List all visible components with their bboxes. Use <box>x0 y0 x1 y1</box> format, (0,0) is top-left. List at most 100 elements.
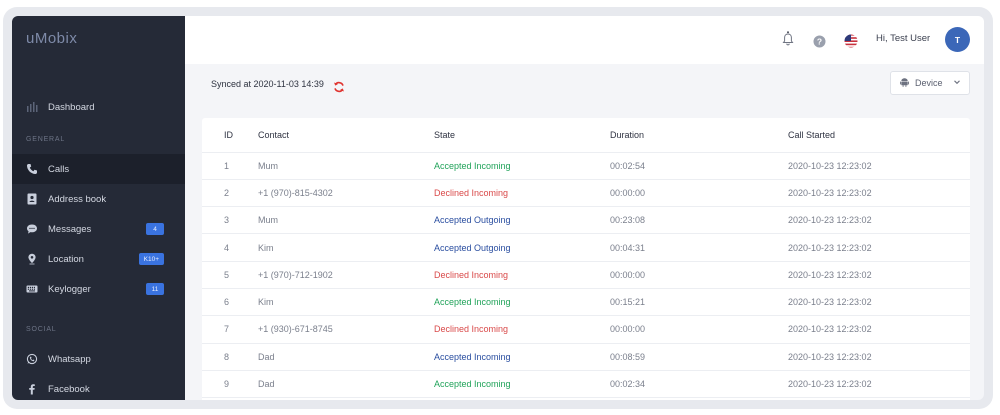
cell-id: 3 <box>202 206 258 235</box>
cell-duration: 00:15:21 <box>610 288 788 317</box>
app-frame: uMobix Dashboard GENERAL Calls Address b… <box>3 7 993 409</box>
cell-call-started: 2020-10-23 12:23:02 <box>788 343 970 371</box>
cell-call-started: 2020-10-23 12:23:02 <box>788 288 970 317</box>
cell-duration: 00:23:08 <box>610 206 788 235</box>
table-row[interactable]: 4 Kim Accepted Outgoing 00:04:31 2020-10… <box>202 233 970 262</box>
cell-state: Declined Incoming <box>434 261 610 289</box>
table-header-row: ID Contact State Duration Call Started <box>202 118 970 153</box>
cell-state: Accepted Incoming <box>434 343 610 371</box>
sidebar-item-dashboard[interactable]: Dashboard <box>12 92 185 122</box>
sync-bar: Synced at 2020-11-03 14:39 <box>185 64 984 104</box>
sidebar-item-address-book[interactable]: Address book <box>12 184 185 214</box>
cell-call-started: 2020-10-23 12:23:02 <box>788 315 970 344</box>
sidebar-item-calls[interactable]: Calls <box>12 154 185 184</box>
cell-call-started: 2020-10-23 12:23:02 <box>788 370 970 399</box>
chat-bubble-icon <box>26 223 38 235</box>
column-header-state[interactable]: State <box>434 118 610 153</box>
cell-state: Accepted Outgoing <box>434 206 610 235</box>
cell-contact: +1 (970)-712-1902 <box>258 261 434 289</box>
cell-duration: 00:02:34 <box>610 370 788 399</box>
address-book-icon <box>26 193 38 205</box>
cell-contact: Dad <box>258 370 434 399</box>
cell-call-started: 2020-10-23 12:23:02 <box>788 152 970 180</box>
table-row[interactable]: 5 +1 (970)-712-1902 Declined Incoming 00… <box>202 261 970 289</box>
bell-icon[interactable] <box>781 31 795 46</box>
location-pin-icon <box>26 253 38 265</box>
cell-duration: 00:02:54 <box>610 152 788 180</box>
location-count-badge: K10+ <box>138 253 164 265</box>
cell-id: 4 <box>202 233 258 262</box>
column-header-duration[interactable]: Duration <box>610 118 788 153</box>
cell-contact: Mum <box>258 206 434 235</box>
whatsapp-icon <box>26 353 38 365</box>
sidebar-item-label: Facebook <box>48 383 90 395</box>
cell-contact: Dad <box>258 343 434 371</box>
cell-id: 1 <box>202 152 258 180</box>
cell-id: 8 <box>202 343 258 371</box>
calls-table: ID Contact State Duration Call Started 1… <box>202 118 970 399</box>
cell-duration: 00:00:00 <box>610 179 788 208</box>
cell-state: Declined Incoming <box>434 315 610 344</box>
svg-text:?: ? <box>816 36 821 46</box>
sidebar-item-label: Location <box>48 253 84 265</box>
sync-status-text: Synced at 2020-11-03 14:39 <box>211 79 324 89</box>
cell-state: Accepted Incoming <box>434 152 610 180</box>
section-label-general: GENERAL <box>26 136 66 143</box>
device-dropdown[interactable]: Device <box>890 71 970 95</box>
cell-id: 5 <box>202 261 258 289</box>
table-row[interactable]: 3 Mum Accepted Outgoing 00:23:08 2020-10… <box>202 206 970 235</box>
sidebar-item-location[interactable]: Location K10+ <box>12 244 185 274</box>
cell-contact: Mum <box>258 152 434 180</box>
user-greeting[interactable]: Hi, Test User <box>876 33 930 44</box>
cell-duration: 00:04:31 <box>610 233 788 262</box>
us-flag-icon[interactable] <box>844 34 858 48</box>
sidebar-item-label: Messages <box>48 223 92 235</box>
cell-duration: 00:08:59 <box>610 343 788 371</box>
facebook-icon <box>26 383 38 395</box>
sidebar-item-whatsapp[interactable]: Whatsapp <box>12 344 185 374</box>
cell-id: 9 <box>202 370 258 399</box>
cell-call-started: 2020-10-23 12:23:02 <box>788 179 970 208</box>
section-label-social: SOCIAL <box>26 326 57 333</box>
help-icon[interactable]: ? <box>812 34 826 48</box>
cell-contact: +1 (930)-671-8745 <box>258 315 434 344</box>
sidebar-item-facebook[interactable]: Facebook <box>12 374 185 400</box>
cell-contact: Kim <box>258 288 434 317</box>
phone-icon <box>26 163 38 175</box>
column-header-contact[interactable]: Contact <box>258 118 434 153</box>
app-window: uMobix Dashboard GENERAL Calls Address b… <box>12 16 984 400</box>
cell-state: Accepted Incoming <box>434 288 610 317</box>
main-content: ? Hi, Test User T Synced at 2020-11-03 1… <box>185 16 984 400</box>
cell-state: Declined Incoming <box>434 179 610 208</box>
table-row[interactable]: 7 +1 (930)-671-8745 Declined Incoming 00… <box>202 315 970 344</box>
table-row[interactable]: 9 Dad Accepted Incoming 00:02:34 2020-10… <box>202 370 970 399</box>
sidebar-item-messages[interactable]: Messages 4 <box>12 214 185 244</box>
avatar[interactable]: T <box>945 27 970 52</box>
table-row[interactable]: 2 +1 (970)-815-4302 Declined Incoming 00… <box>202 179 970 208</box>
sidebar-item-label: Keylogger <box>48 283 91 295</box>
cell-id: 6 <box>202 288 258 317</box>
chevron-down-icon <box>953 78 961 88</box>
table-row[interactable]: 1 Mum Accepted Incoming 00:02:54 2020-10… <box>202 152 970 180</box>
refresh-icon[interactable] <box>333 78 345 93</box>
keylogger-count-badge: 11 <box>146 283 164 295</box>
keyboard-icon <box>26 283 38 295</box>
sidebar-item-label: Address book <box>48 193 107 205</box>
column-header-call-started[interactable]: Call Started <box>788 118 970 153</box>
cell-duration: 00:00:00 <box>610 261 788 289</box>
cell-duration: 00:00:00 <box>610 315 788 344</box>
column-header-id[interactable]: ID <box>202 118 258 153</box>
cell-id: 7 <box>202 315 258 344</box>
cell-contact: +1 (970)-815-4302 <box>258 179 434 208</box>
app-logo[interactable]: uMobix <box>26 30 77 47</box>
cell-call-started: 2020-10-23 12:23:02 <box>788 261 970 289</box>
calls-table-card: ID Contact State Duration Call Started 1… <box>202 118 970 400</box>
device-dropdown-label: Device <box>915 78 943 88</box>
table-row[interactable]: 6 Kim Accepted Incoming 00:15:21 2020-10… <box>202 288 970 317</box>
sidebar-item-keylogger[interactable]: Keylogger 11 <box>12 274 185 304</box>
cell-state: Accepted Outgoing <box>434 233 610 262</box>
top-bar: ? Hi, Test User T <box>185 16 984 64</box>
table-row[interactable]: 8 Dad Accepted Incoming 00:08:59 2020-10… <box>202 343 970 371</box>
messages-count-badge: 4 <box>146 223 164 235</box>
cell-id: 2 <box>202 179 258 208</box>
